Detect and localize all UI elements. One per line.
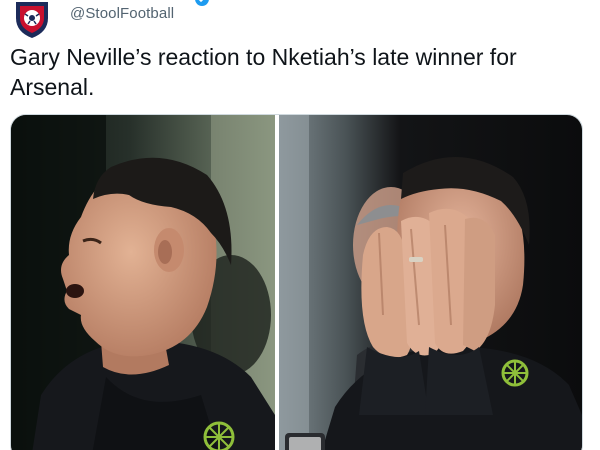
avatar[interactable] [6, 0, 58, 40]
neville-shocked-photo[interactable] [11, 115, 275, 450]
neville-hands-on-face-photo[interactable] [279, 115, 582, 450]
tweet-card[interactable]: @StoolFootball Gary Neville’s reaction t… [0, 0, 600, 450]
account-handle[interactable]: @StoolFootball [70, 5, 174, 22]
tweet-text: Gary Neville’s reaction to Nketiah’s lat… [10, 44, 517, 100]
verified-badge-icon [195, 0, 209, 6]
football-crest-icon [6, 0, 58, 40]
tweet-media[interactable] [10, 114, 583, 450]
